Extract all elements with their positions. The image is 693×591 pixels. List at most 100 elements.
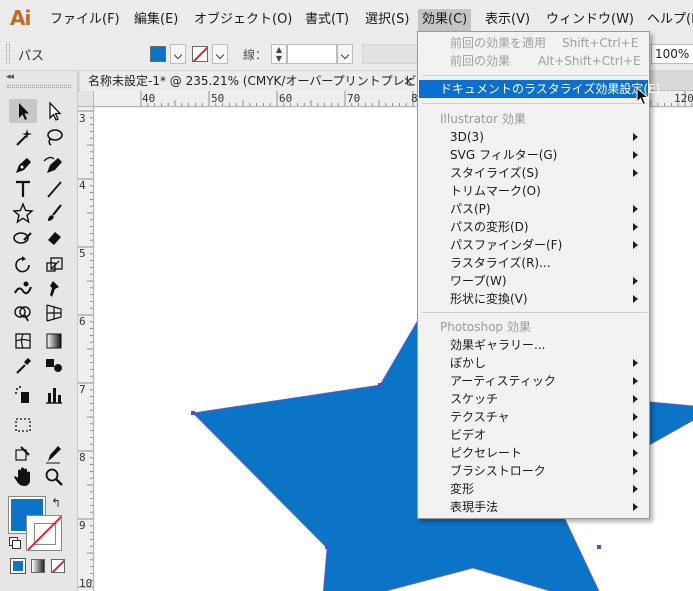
submenu-arrow-icon — [633, 377, 638, 385]
ruler-v-label: 6 — [79, 315, 86, 328]
menu-pathfinder[interactable]: パスファインダー(F) — [419, 236, 648, 254]
stroke-weight-stepper[interactable]: ▲ ▼ — [271, 44, 287, 64]
gradient-mode-icon[interactable] — [31, 559, 45, 573]
stroke-weight-input[interactable] — [287, 44, 337, 64]
menu-item-label: アーティスティック — [450, 374, 556, 388]
hand-tool-icon[interactable] — [9, 465, 37, 489]
artboard-tool-icon[interactable] — [9, 413, 37, 437]
eyedropper-tool-icon[interactable] — [9, 353, 37, 377]
menu-effect-gallery[interactable]: 効果ギャラリー... — [419, 336, 648, 354]
star-tool-icon[interactable] — [9, 201, 37, 225]
menu-video[interactable]: ビデオ — [419, 426, 648, 444]
panel-grip[interactable] — [6, 44, 10, 64]
menu-distort-transform[interactable]: パスの変形(D) — [419, 218, 648, 236]
anchor-point[interactable] — [378, 383, 382, 387]
fill-color-swatch[interactable] — [150, 46, 166, 62]
menu-file[interactable]: ファイル(F) — [46, 9, 124, 31]
menu-window[interactable]: ウィンドウ(W) — [542, 9, 638, 31]
fill-dropdown-button[interactable] — [170, 44, 186, 64]
rotate-tool-icon[interactable] — [9, 253, 37, 277]
menu-last-effect[interactable]: 前回の効果 Alt+Shift+Ctrl+E — [419, 52, 648, 70]
paintbrush-tool-icon[interactable] — [40, 201, 68, 225]
menu-path[interactable]: パス(P) — [419, 200, 648, 218]
anchor-point[interactable] — [191, 411, 195, 415]
line-tool-icon[interactable] — [40, 177, 68, 201]
blend-tool-icon[interactable] — [40, 353, 68, 377]
menu-pixelate[interactable]: ピクセレート — [419, 444, 648, 462]
curvature-tool-icon[interactable] — [40, 153, 68, 177]
menu-item-label: ぼかし — [450, 356, 487, 370]
perspective-grid-tool-icon[interactable] — [40, 301, 68, 325]
puppet-warp-tool-icon[interactable] — [40, 277, 68, 301]
lasso-tool-icon[interactable] — [40, 125, 68, 149]
column-graph-tool-icon[interactable] — [40, 383, 68, 407]
direct-selection-tool-icon[interactable] — [40, 99, 68, 123]
vertical-ruler[interactable]: 3 4 5 6 7 8 9 10 — [78, 107, 94, 591]
menu-3d[interactable]: 3D(3) — [419, 128, 648, 146]
submenu-arrow-icon — [633, 449, 638, 457]
none-mode-icon[interactable] — [51, 559, 65, 573]
mesh-tool-icon[interactable] — [9, 329, 37, 353]
submenu-arrow-icon — [633, 205, 638, 213]
menu-effect[interactable]: 効果(C) — [418, 9, 472, 31]
menu-type[interactable]: 書式(T) — [301, 9, 353, 31]
menu-item-label: ピクセレート — [450, 446, 523, 460]
menu-item-label: パス(P) — [450, 202, 491, 216]
anchor-point[interactable] — [325, 545, 329, 549]
ruler-origin[interactable] — [78, 91, 94, 107]
default-fill-stroke-icon[interactable] — [9, 537, 21, 549]
anchor-point[interactable] — [597, 545, 601, 549]
menu-texture[interactable]: テクスチャ — [419, 408, 648, 426]
slice-tool-icon[interactable] — [9, 441, 37, 465]
menu-sketch[interactable]: スケッチ — [419, 390, 648, 408]
stroke-color-box[interactable] — [26, 515, 62, 551]
eraser-tool-icon[interactable] — [40, 225, 68, 249]
selection-tool-icon[interactable] — [9, 99, 37, 123]
menu-trim-marks[interactable]: トリムマーク(O) — [419, 182, 648, 200]
menu-help[interactable]: ヘルプ(H) — [643, 9, 693, 31]
stroke-dropdown-button[interactable] — [212, 44, 228, 64]
type-tool-icon[interactable] — [9, 177, 37, 201]
menu-blur[interactable]: ぼかし — [419, 354, 648, 372]
menu-separator — [422, 312, 647, 313]
menu-brush-strokes[interactable]: ブラシストローク — [419, 462, 648, 480]
gradient-tool-icon[interactable] — [40, 329, 68, 353]
menu-object[interactable]: オブジェクト(O) — [190, 9, 296, 31]
submenu-arrow-icon — [633, 359, 638, 367]
magic-wand-tool-icon[interactable] — [9, 125, 37, 149]
menu-svg-filter[interactable]: SVG フィルター(G) — [419, 146, 648, 164]
close-tab-icon[interactable]: × — [402, 71, 414, 91]
menu-warp[interactable]: ワープ(W) — [419, 272, 648, 290]
menu-stylize-photoshop[interactable]: 表現手法 — [419, 498, 648, 516]
ruler-h-label: 40 — [142, 92, 156, 105]
stroke-weight-dropdown[interactable] — [337, 44, 353, 64]
menu-rasterize[interactable]: ラスタライズ(R)... — [419, 254, 648, 272]
pen-tool-icon[interactable] — [9, 153, 37, 177]
warp-tool-icon[interactable] — [9, 277, 37, 301]
collapse-panel-icon[interactable]: ◂◂ — [6, 72, 14, 82]
shape-builder-tool-icon[interactable] — [9, 301, 37, 325]
menu-apply-last-effect[interactable]: 前回の効果を適用 Shift+Ctrl+E — [419, 34, 648, 52]
stroke-color-swatch[interactable] — [192, 46, 208, 62]
menu-view[interactable]: 表示(V) — [481, 9, 534, 31]
menu-edit[interactable]: 編集(E) — [130, 9, 182, 31]
swap-fill-stroke-icon[interactable]: ↰ — [51, 496, 61, 510]
shaper-tool-icon[interactable] — [9, 225, 37, 249]
menu-artistic[interactable]: アーティスティック — [419, 372, 648, 390]
zoom-tool-icon[interactable] — [40, 465, 68, 489]
menu-document-raster-effects-settings[interactable]: ドキュメントのラスタライズ効果設定(E)... — [419, 80, 672, 98]
ruler-v-label: 8 — [79, 451, 86, 464]
toolbar-grip[interactable] — [7, 85, 71, 88]
color-mode-icon[interactable] — [10, 558, 26, 574]
zoom-field[interactable]: 100% — [651, 44, 693, 64]
menu-item-label: 前回の効果を適用 — [450, 36, 547, 50]
menu-select[interactable]: 選択(S) — [361, 9, 413, 31]
menu-convert-to-shape[interactable]: 形状に変換(V) — [419, 290, 648, 308]
scale-tool-icon[interactable] — [40, 253, 68, 277]
pencil-tool-icon[interactable] — [40, 441, 68, 465]
menu-stylize[interactable]: スタイライズ(S) — [419, 164, 648, 182]
document-tab[interactable]: 名称未設定-1* @ 235.21% (CMYK/オーバープリントプレビュー) … — [80, 71, 445, 91]
menu-item-label: ワープ(W) — [450, 274, 507, 288]
menu-distort[interactable]: 変形 — [419, 480, 648, 498]
symbol-sprayer-tool-icon[interactable] — [9, 383, 37, 407]
